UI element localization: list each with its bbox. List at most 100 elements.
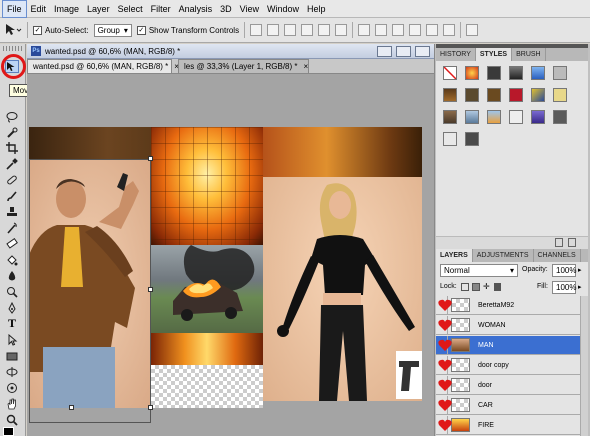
- trash-icon[interactable]: [568, 238, 576, 247]
- lock-position-icon[interactable]: ✛: [483, 282, 490, 291]
- transform-handle[interactable]: [148, 287, 153, 292]
- minimize-button[interactable]: [377, 45, 392, 57]
- lasso-tool-icon[interactable]: [5, 110, 19, 123]
- hand-tool-icon[interactable]: [5, 397, 19, 410]
- lock-transparent-icon[interactable]: [461, 283, 469, 291]
- tab-layers[interactable]: LAYERS: [436, 249, 473, 262]
- align-right-button[interactable]: [335, 24, 348, 36]
- distribute-top-button[interactable]: [358, 24, 371, 36]
- menu-filter[interactable]: Filter: [147, 1, 175, 17]
- layer-row-woman[interactable]: WOMAN: [436, 315, 580, 335]
- style-swatch[interactable]: [509, 110, 523, 124]
- tab-adjustments[interactable]: ADJUSTMENTS: [473, 249, 534, 262]
- brush-tool-icon[interactable]: [5, 189, 19, 202]
- align-center-button[interactable]: [318, 24, 331, 36]
- layer-row-fire[interactable]: FIRE: [436, 415, 580, 435]
- history-brush-tool-icon[interactable]: [5, 221, 19, 234]
- tab-les[interactable]: les @ 33,3% (Layer 1, RGB/8) * ×: [178, 59, 309, 73]
- style-swatch-none[interactable]: [443, 66, 457, 80]
- transform-handle[interactable]: [148, 405, 153, 410]
- crop-tool-icon[interactable]: [5, 141, 19, 154]
- auto-select-checkbox[interactable]: ✓: [33, 25, 42, 35]
- style-swatch[interactable]: [443, 88, 457, 102]
- paint-bucket-tool-icon[interactable]: [5, 253, 19, 266]
- lock-image-icon[interactable]: [472, 283, 480, 291]
- layer-row-door[interactable]: door: [436, 375, 580, 395]
- distribute-left-button[interactable]: [409, 24, 422, 36]
- style-swatch[interactable]: [465, 110, 479, 124]
- transform-bounding-box[interactable]: [29, 159, 151, 423]
- fill-arrow-icon[interactable]: ▸: [578, 283, 582, 291]
- auto-select-option[interactable]: ✓ Auto-Select:: [33, 25, 89, 35]
- style-swatch[interactable]: [553, 66, 567, 80]
- close-icon[interactable]: ×: [304, 62, 309, 71]
- tab-styles[interactable]: STYLES: [475, 48, 513, 61]
- style-swatch[interactable]: [509, 88, 523, 102]
- style-swatch[interactable]: [531, 66, 545, 80]
- distribute-middle-button[interactable]: [375, 24, 388, 36]
- style-swatch[interactable]: [553, 88, 567, 102]
- opacity-input[interactable]: 100%: [552, 264, 576, 277]
- toolbox-grip[interactable]: [3, 46, 23, 51]
- menu-file[interactable]: File: [2, 0, 27, 18]
- path-select-tool-icon[interactable]: [5, 333, 19, 346]
- menu-view[interactable]: View: [236, 1, 263, 17]
- style-swatch[interactable]: [443, 132, 457, 146]
- clone-stamp-tool-icon[interactable]: [5, 205, 19, 218]
- document-canvas[interactable]: [29, 127, 422, 423]
- healing-brush-tool-icon[interactable]: [5, 173, 19, 186]
- tab-channels[interactable]: CHANNELS: [534, 249, 581, 262]
- align-left-button[interactable]: [301, 24, 314, 36]
- style-swatch[interactable]: [443, 110, 457, 124]
- style-swatch[interactable]: [531, 110, 545, 124]
- menu-3d[interactable]: 3D: [216, 1, 236, 17]
- transform-handle[interactable]: [69, 405, 74, 410]
- close-window-button[interactable]: [415, 45, 430, 57]
- align-bottom-button[interactable]: [284, 24, 297, 36]
- quick-select-tool-icon[interactable]: [5, 126, 19, 139]
- auto-select-dropdown[interactable]: Group ▾: [93, 23, 132, 37]
- style-swatch[interactable]: [553, 110, 567, 124]
- align-top-button[interactable]: [250, 24, 263, 36]
- layer-row-berettam92[interactable]: BerettaM92: [436, 295, 580, 315]
- maximize-button[interactable]: [396, 45, 411, 57]
- layers-scrollbar[interactable]: [580, 296, 588, 436]
- auto-align-button[interactable]: [466, 24, 479, 36]
- layer-row-man[interactable]: MAN: [436, 335, 580, 355]
- show-transform-checkbox[interactable]: ✓: [136, 25, 146, 35]
- menu-select[interactable]: Select: [114, 1, 147, 17]
- document-title-bar[interactable]: Ps wanted.psd @ 60,6% (MAN, RGB/8) *: [27, 44, 434, 59]
- rectangle-tool-icon[interactable]: [5, 349, 19, 362]
- style-swatch[interactable]: [487, 66, 501, 80]
- layer-row-door-copy[interactable]: door copy: [436, 355, 580, 375]
- menu-window[interactable]: Window: [263, 1, 303, 17]
- menu-image[interactable]: Image: [50, 1, 83, 17]
- blend-mode-dropdown[interactable]: Normal ▾: [440, 264, 518, 277]
- tab-history[interactable]: HISTORY: [436, 48, 476, 61]
- tab-brush[interactable]: BRUSH: [512, 48, 546, 61]
- distribute-right-button[interactable]: [443, 24, 456, 36]
- style-swatch[interactable]: [531, 88, 545, 102]
- align-middle-button[interactable]: [267, 24, 280, 36]
- eraser-tool-icon[interactable]: [5, 237, 19, 250]
- 3d-orbit-tool-icon[interactable]: [5, 381, 19, 394]
- blur-tool-icon[interactable]: [5, 269, 19, 282]
- style-swatch[interactable]: [487, 110, 501, 124]
- style-swatch[interactable]: [465, 132, 479, 146]
- type-tool-icon[interactable]: T: [5, 316, 19, 330]
- foreground-color-swatch[interactable]: [3, 427, 14, 436]
- dodge-tool-icon[interactable]: [5, 285, 19, 298]
- pen-tool-icon[interactable]: [5, 301, 19, 314]
- menu-help[interactable]: Help: [303, 1, 330, 17]
- layer-row-car[interactable]: CAR: [436, 395, 580, 415]
- transform-handle[interactable]: [148, 156, 153, 161]
- lock-all-icon[interactable]: [494, 283, 501, 291]
- opacity-arrow-icon[interactable]: ▸: [578, 266, 582, 274]
- style-swatch[interactable]: [487, 88, 501, 102]
- tab-wanted-psd[interactable]: wanted.psd @ 60,6% (MAN, RGB/8) * ×: [27, 59, 179, 73]
- eyedropper-tool-icon[interactable]: [5, 157, 19, 170]
- move-tool-preset-icon[interactable]: [4, 22, 22, 38]
- distribute-center-button[interactable]: [426, 24, 439, 36]
- 3d-rotate-tool-icon[interactable]: [5, 365, 19, 378]
- zoom-tool-icon[interactable]: [5, 413, 19, 426]
